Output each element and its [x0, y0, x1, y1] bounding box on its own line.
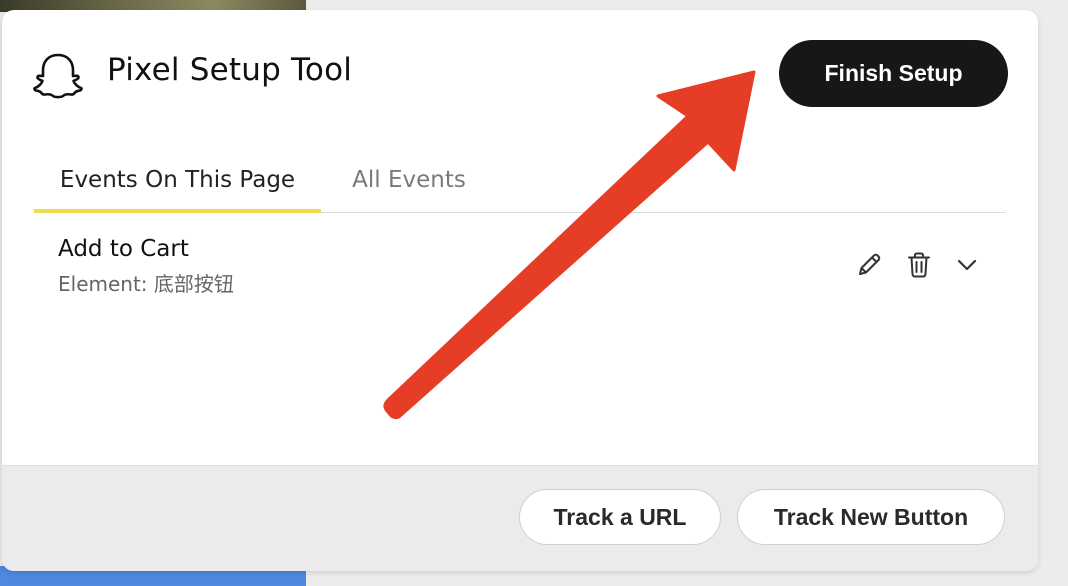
- ghost-icon: [33, 53, 83, 99]
- event-name: Add to Cart: [58, 236, 189, 262]
- track-url-button[interactable]: Track a URL: [519, 489, 721, 545]
- tab-all-events[interactable]: All Events: [334, 150, 484, 209]
- dialog-footer: Track a URL Track New Button: [2, 465, 1038, 571]
- track-new-button-button[interactable]: Track New Button: [737, 489, 1005, 545]
- list-item: Add to Cart Element: 底部按钮: [58, 234, 988, 304]
- tab-events-on-this-page[interactable]: Events On This Page: [34, 150, 321, 213]
- chevron-down-icon[interactable]: [952, 250, 982, 280]
- page-title: Pixel Setup Tool: [107, 52, 353, 88]
- pencil-icon[interactable]: [854, 250, 884, 280]
- dialog-header: Pixel Setup Tool Finish Setup: [2, 10, 1038, 130]
- trash-icon[interactable]: [904, 250, 934, 280]
- finish-setup-button[interactable]: Finish Setup: [779, 40, 1008, 107]
- event-element: Element: 底部按钮: [58, 272, 234, 296]
- event-tabs: Events On This Page All Events: [34, 150, 1006, 213]
- pixel-setup-dialog: Pixel Setup Tool Finish Setup Events On …: [2, 10, 1038, 571]
